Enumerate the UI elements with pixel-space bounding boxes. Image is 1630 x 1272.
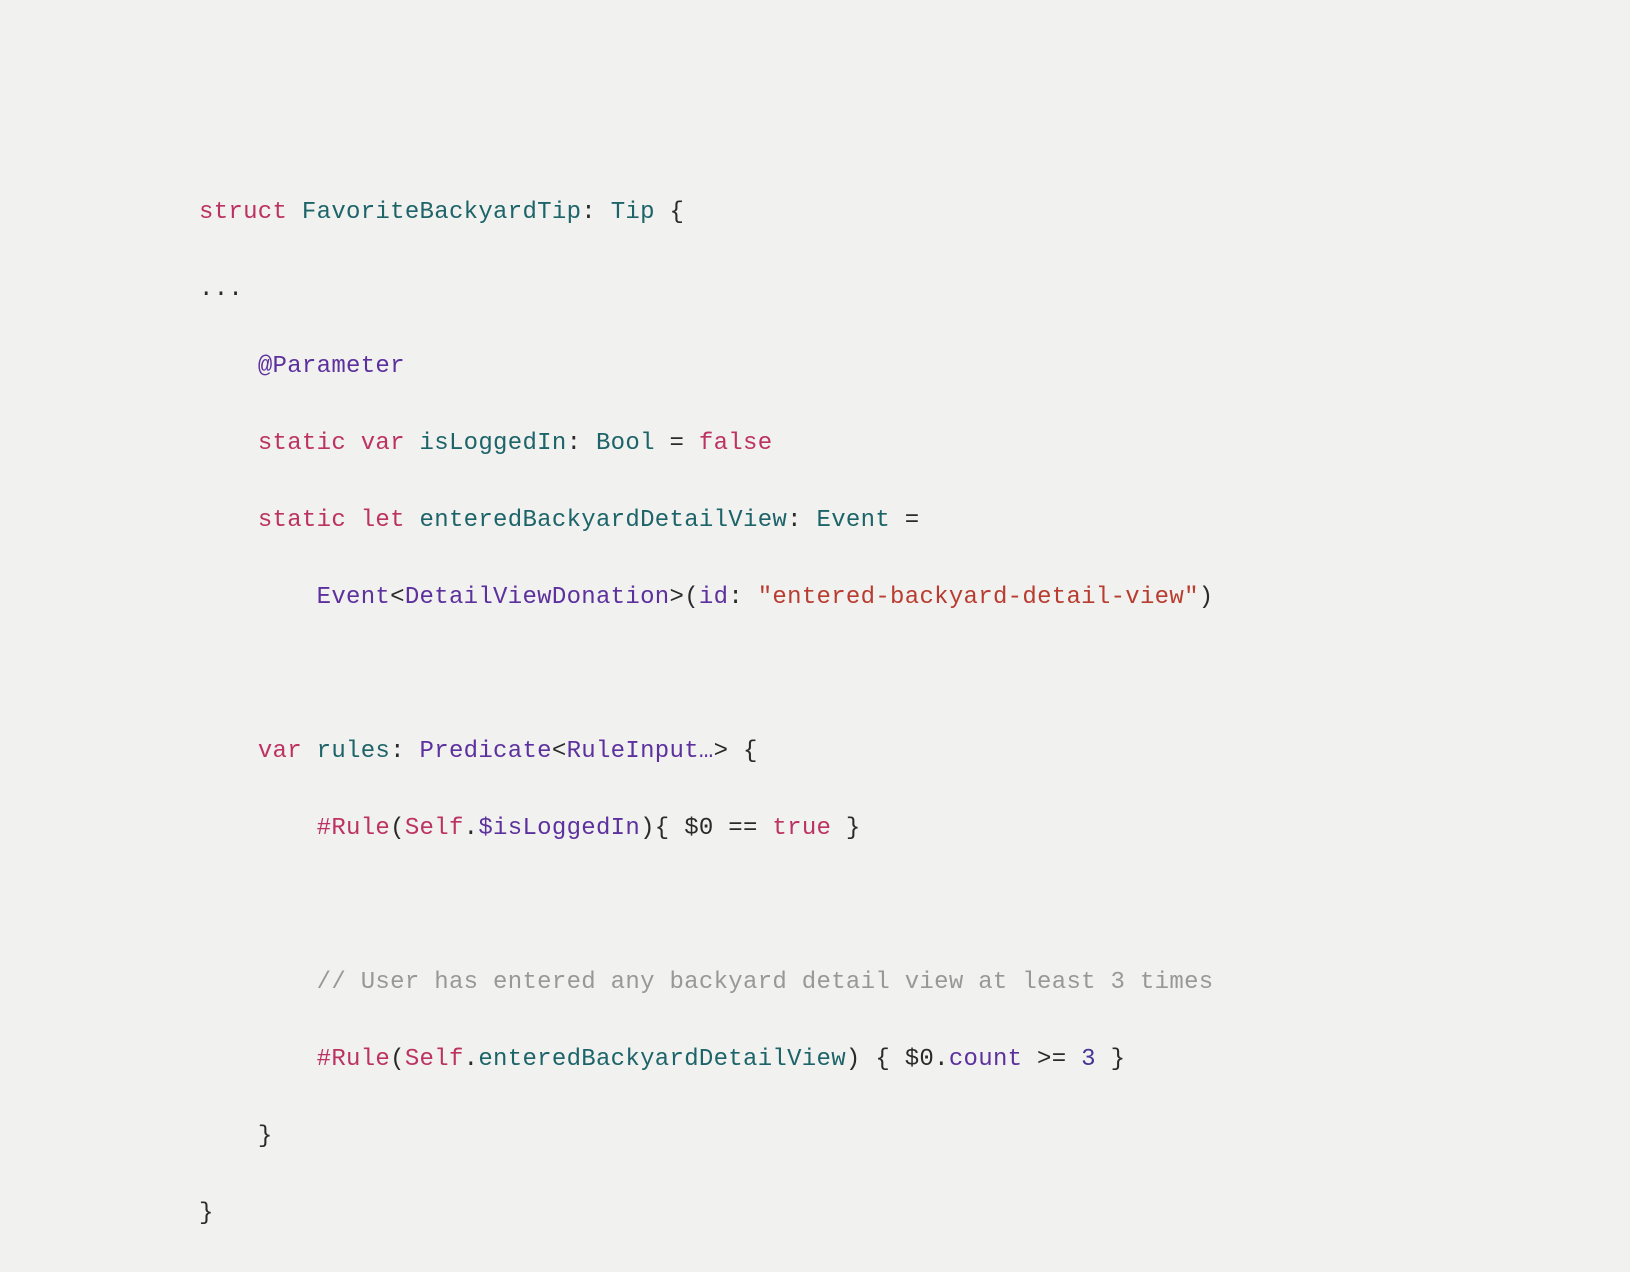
code-line-10 [199, 887, 1630, 926]
closure-param: $0 [905, 1046, 934, 1073]
value-false: false [699, 430, 773, 457]
code-line-4: static var isLoggedIn: Bool = false [199, 425, 1630, 464]
closure-param: $0 [684, 815, 713, 842]
let-name: enteredBackyardDetailView [420, 507, 788, 534]
code-line-3: @Parameter [199, 348, 1630, 387]
string-literal: "entered-backyard-detail-view" [758, 584, 1199, 611]
keyword-var: var [361, 430, 405, 457]
macro-rule: #Rule [317, 1046, 391, 1073]
property: $isLoggedIn [478, 815, 640, 842]
comment: // User has entered any backyard detail … [317, 969, 1214, 996]
var-name: rules [317, 738, 391, 765]
var-name: isLoggedIn [420, 430, 567, 457]
property-count: count [949, 1046, 1023, 1073]
code-line-11: // User has entered any backyard detail … [199, 964, 1630, 1003]
code-line-8: var rules: Predicate<RuleInput…> { [199, 733, 1630, 772]
code-line-7 [199, 656, 1630, 695]
keyword-static: static [258, 430, 346, 457]
value-true: true [772, 815, 831, 842]
code-line-9: #Rule(Self.$isLoggedIn){ $0 == true } [199, 810, 1630, 849]
code-line-13: } [199, 1118, 1630, 1157]
keyword-struct: struct [199, 199, 287, 226]
attribute: @Parameter [258, 353, 405, 380]
param-label: id [699, 584, 728, 611]
keyword-let: let [361, 507, 405, 534]
code-line-14: } [199, 1195, 1630, 1234]
keyword-self: Self [405, 1046, 464, 1073]
type-predicate: Predicate [420, 738, 552, 765]
code-line-12: #Rule(Self.enteredBackyardDetailView) { … [199, 1041, 1630, 1080]
protocol-name: Tip [611, 199, 655, 226]
code-line-5: static let enteredBackyardDetailView: Ev… [199, 502, 1630, 541]
code-line-1: struct FavoriteBackyardTip: Tip { [199, 194, 1630, 233]
type-event: Event [317, 584, 391, 611]
generic-type: DetailViewDonation [405, 584, 670, 611]
number-literal: 3 [1081, 1046, 1096, 1073]
type-bool: Bool [596, 430, 655, 457]
keyword-self: Self [405, 815, 464, 842]
keyword-var: var [258, 738, 302, 765]
macro-rule: #Rule [317, 815, 391, 842]
code-line-2: ... [199, 271, 1630, 310]
keyword-static: static [258, 507, 346, 534]
generic-type: RuleInput… [567, 738, 714, 765]
type-name: FavoriteBackyardTip [302, 199, 581, 226]
property: enteredBackyardDetailView [478, 1046, 846, 1073]
code-line-6: Event<DetailViewDonation>(id: "entered-b… [199, 579, 1630, 618]
type-event: Event [817, 507, 891, 534]
code-block: struct FavoriteBackyardTip: Tip { ... @P… [0, 0, 1630, 1272]
